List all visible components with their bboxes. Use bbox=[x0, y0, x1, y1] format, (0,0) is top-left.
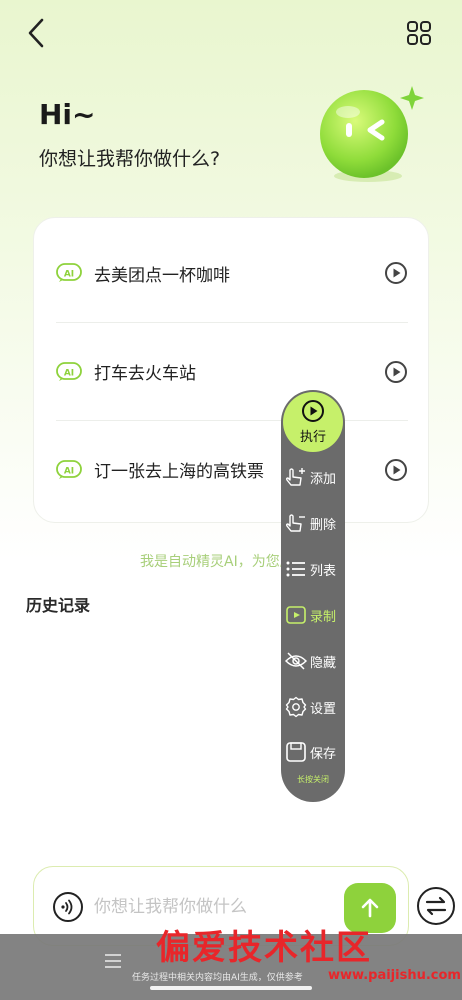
play-icon bbox=[302, 400, 324, 422]
suggestion-card: AI 去美团点一杯咖啡 AI 打车去火车站 AI 订一张去上海的高铁票 bbox=[33, 217, 429, 523]
floating-action-menu[interactable]: 执行 添加 删除 列表 录制 隐藏 设置 保存 长按关闭 bbox=[281, 390, 345, 802]
suggestion-row[interactable]: AI 去美团点一杯咖啡 bbox=[56, 224, 408, 322]
execute-label: 执行 bbox=[299, 430, 326, 445]
play-icon[interactable] bbox=[384, 458, 408, 482]
fab-item-label: 列表 bbox=[310, 563, 337, 579]
top-bar bbox=[0, 0, 462, 70]
play-icon[interactable] bbox=[384, 261, 408, 285]
suggestion-row[interactable]: AI 打车去火车站 bbox=[56, 322, 408, 420]
watermark-url: www.paijishu.com bbox=[328, 968, 461, 983]
hand-delete-icon bbox=[285, 514, 305, 532]
record-icon bbox=[286, 606, 306, 624]
disclaimer-text: 任务过程中相关内容均由AI生成，仅供参考 bbox=[132, 973, 303, 983]
fab-delete-button[interactable]: 删除 bbox=[285, 508, 345, 538]
greeting-subtitle: 你想让我帮你做什么? bbox=[39, 148, 221, 170]
fab-save-button[interactable]: 保存 bbox=[285, 737, 345, 767]
fab-settings-button[interactable]: 设置 bbox=[285, 692, 345, 722]
ai-chat-icon: AI bbox=[56, 459, 82, 479]
svg-text:AI: AI bbox=[64, 466, 74, 476]
watermark-logo: 偏爱技术社区 bbox=[156, 928, 372, 968]
mascot-bubble-icon bbox=[320, 86, 424, 182]
menu-icon[interactable] bbox=[104, 952, 122, 970]
svg-text:AI: AI bbox=[64, 368, 74, 378]
fab-item-label: 设置 bbox=[310, 701, 337, 717]
ai-chat-icon: AI bbox=[56, 263, 82, 282]
svg-text:AI: AI bbox=[64, 270, 74, 280]
play-icon[interactable] bbox=[384, 360, 408, 384]
prompt-input[interactable] bbox=[94, 893, 334, 921]
home-indicator[interactable] bbox=[150, 986, 312, 990]
voice-icon[interactable] bbox=[52, 891, 84, 923]
save-icon bbox=[286, 742, 306, 762]
fab-list-button[interactable]: 列表 bbox=[285, 554, 345, 584]
gear-icon bbox=[285, 696, 307, 718]
ai-chat-icon: AI bbox=[56, 361, 82, 381]
fab-record-button[interactable]: 录制 bbox=[285, 600, 345, 630]
fab-add-button[interactable]: 添加 bbox=[285, 462, 345, 492]
fab-item-label: 录制 bbox=[310, 609, 337, 625]
greeting-title: Hi~ bbox=[39, 98, 96, 131]
fab-item-label: 删除 bbox=[310, 517, 337, 533]
fab-item-label: 添加 bbox=[310, 471, 337, 487]
fab-item-label: 隐藏 bbox=[310, 655, 337, 671]
hand-add-icon bbox=[285, 468, 305, 486]
suggestion-label: 打车去火车站 bbox=[94, 364, 196, 384]
suggestion-row[interactable]: AI 订一张去上海的高铁票 bbox=[56, 420, 408, 518]
eye-hide-icon bbox=[285, 652, 307, 670]
long-press-close-hint: 长按关闭 bbox=[297, 775, 329, 784]
arrow-up-icon bbox=[361, 898, 379, 918]
grid-menu-icon[interactable] bbox=[406, 20, 432, 46]
history-title: 历史记录 bbox=[26, 596, 91, 615]
fab-item-label: 保存 bbox=[310, 746, 337, 762]
fab-hide-button[interactable]: 隐藏 bbox=[285, 646, 345, 676]
swap-icon[interactable] bbox=[416, 886, 456, 926]
back-arrow-icon[interactable] bbox=[22, 16, 52, 50]
list-icon bbox=[286, 561, 305, 577]
execute-button[interactable]: 执行 bbox=[283, 392, 343, 452]
suggestion-label: 去美团点一杯咖啡 bbox=[94, 265, 230, 286]
